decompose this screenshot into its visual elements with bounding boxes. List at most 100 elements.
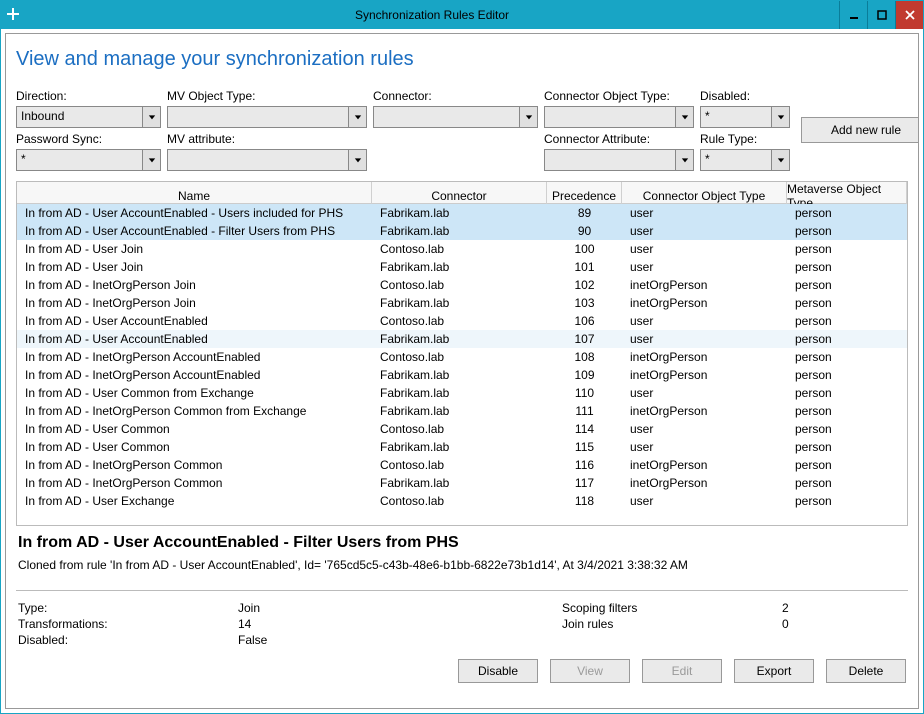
cell: 117 (547, 475, 622, 491)
table-row[interactable]: In from AD - InetOrgPerson JoinContoso.l… (17, 276, 907, 294)
table-header: Name Connector Precedence Connector Obje… (17, 182, 907, 204)
cell: Contoso.lab (372, 493, 547, 509)
rule-type-label: Rule Type: (700, 132, 790, 146)
cell: inetOrgPerson (622, 457, 787, 473)
cell: 100 (547, 241, 622, 257)
add-new-rule-button[interactable]: Add new rule (801, 117, 919, 143)
cell: In from AD - InetOrgPerson Common (17, 457, 372, 473)
cell: 107 (547, 331, 622, 347)
cell: person (787, 349, 907, 365)
table-row[interactable]: In from AD - User AccountEnabledContoso.… (17, 312, 907, 330)
table-row[interactable]: In from AD - User ExchangeContoso.lab118… (17, 492, 907, 510)
rule-detail-grid: Type: Join Scoping filters 2 Transformat… (16, 601, 908, 647)
export-button[interactable]: Export (734, 659, 814, 683)
filters-panel: Direction: Inbound MV Object Type: Conne… (16, 89, 908, 171)
cell: 101 (547, 259, 622, 275)
cell: Fabrikam.lab (372, 439, 547, 455)
transformations-value: 14 (238, 617, 438, 631)
cell: user (622, 223, 787, 239)
rule-type-combo[interactable]: * (700, 149, 790, 171)
maximize-button[interactable] (867, 1, 895, 29)
cell: Fabrikam.lab (372, 223, 547, 239)
chevron-down-icon (675, 150, 693, 170)
direction-label: Direction: (16, 89, 161, 103)
disable-button[interactable]: Disable (458, 659, 538, 683)
cell: person (787, 313, 907, 329)
edit-button[interactable]: Edit (642, 659, 722, 683)
view-button[interactable]: View (550, 659, 630, 683)
cell: person (787, 223, 907, 239)
connector-attribute-combo[interactable] (544, 149, 694, 171)
table-row[interactable]: In from AD - User CommonFabrikam.lab115u… (17, 438, 907, 456)
rule-detail-heading: In from AD - User AccountEnabled - Filte… (18, 534, 906, 552)
password-sync-combo[interactable]: * (16, 149, 161, 171)
cell: person (787, 457, 907, 473)
table-row[interactable]: In from AD - User Common from ExchangeFa… (17, 384, 907, 402)
cell: person (787, 421, 907, 437)
cell: Fabrikam.lab (372, 331, 547, 347)
disabled-combo[interactable]: * (700, 106, 790, 128)
app-window: Synchronization Rules Editor View and ma… (0, 0, 924, 714)
table-row[interactable]: In from AD - InetOrgPerson JoinFabrikam.… (17, 294, 907, 312)
connector-object-type-label: Connector Object Type: (544, 89, 694, 103)
cell: In from AD - InetOrgPerson AccountEnable… (17, 349, 372, 365)
table-row[interactable]: In from AD - InetOrgPerson Common from E… (17, 402, 907, 420)
connector-combo[interactable] (373, 106, 538, 128)
cell: inetOrgPerson (622, 403, 787, 419)
mv-object-type-combo[interactable] (167, 106, 367, 128)
cell: inetOrgPerson (622, 349, 787, 365)
table-row[interactable]: In from AD - InetOrgPerson AccountEnable… (17, 348, 907, 366)
cell: In from AD - User AccountEnabled - Users… (17, 205, 372, 221)
disabled-detail-label: Disabled: (18, 633, 238, 647)
connector-object-type-combo[interactable] (544, 106, 694, 128)
cell: person (787, 277, 907, 293)
cell: In from AD - User Join (17, 259, 372, 275)
chevron-down-icon (519, 107, 537, 127)
table-row[interactable]: In from AD - User CommonContoso.lab114us… (17, 420, 907, 438)
connector-attribute-label: Connector Attribute: (544, 132, 694, 146)
cell: In from AD - InetOrgPerson Join (17, 295, 372, 311)
scoping-filters-label: Scoping filters (562, 601, 782, 615)
app-icon (7, 8, 19, 23)
delete-button[interactable]: Delete (826, 659, 906, 683)
divider (16, 590, 908, 591)
table-row[interactable]: In from AD - User JoinFabrikam.lab101use… (17, 258, 907, 276)
chevron-down-icon (142, 107, 160, 127)
cell: 115 (547, 439, 622, 455)
cell: In from AD - User Common from Exchange (17, 385, 372, 401)
join-rules-label: Join rules (562, 617, 782, 631)
cell: person (787, 331, 907, 347)
mv-attribute-combo[interactable] (167, 149, 367, 171)
cell: user (622, 313, 787, 329)
cell: In from AD - User Join (17, 241, 372, 257)
cell: Fabrikam.lab (372, 367, 547, 383)
cell: In from AD - User Common (17, 421, 372, 437)
table-row[interactable]: In from AD - InetOrgPerson CommonContoso… (17, 456, 907, 474)
cell: In from AD - InetOrgPerson Common from E… (17, 403, 372, 419)
direction-combo[interactable]: Inbound (16, 106, 161, 128)
table-row[interactable]: In from AD - InetOrgPerson AccountEnable… (17, 366, 907, 384)
cell: user (622, 259, 787, 275)
cell: inetOrgPerson (622, 475, 787, 491)
table-row[interactable]: In from AD - User AccountEnabled - Filte… (17, 222, 907, 240)
cell: person (787, 385, 907, 401)
cell: Contoso.lab (372, 277, 547, 293)
close-button[interactable] (895, 1, 923, 29)
cell: user (622, 205, 787, 221)
cell: user (622, 385, 787, 401)
minimize-button[interactable] (839, 1, 867, 29)
mv-object-type-label: MV Object Type: (167, 89, 367, 103)
cell: 109 (547, 367, 622, 383)
cell: person (787, 439, 907, 455)
table-row[interactable]: In from AD - User AccountEnabledFabrikam… (17, 330, 907, 348)
action-buttons: Disable View Edit Export Delete (16, 659, 908, 683)
rules-table: Name Connector Precedence Connector Obje… (16, 181, 908, 526)
table-row[interactable]: In from AD - User AccountEnabled - Users… (17, 204, 907, 222)
table-row[interactable]: In from AD - User JoinContoso.lab100user… (17, 240, 907, 258)
cell: 111 (547, 403, 622, 419)
chevron-down-icon (348, 150, 366, 170)
table-row[interactable]: In from AD - InetOrgPerson CommonFabrika… (17, 474, 907, 492)
cell: user (622, 241, 787, 257)
cell: Fabrikam.lab (372, 385, 547, 401)
cell: In from AD - User Exchange (17, 493, 372, 509)
